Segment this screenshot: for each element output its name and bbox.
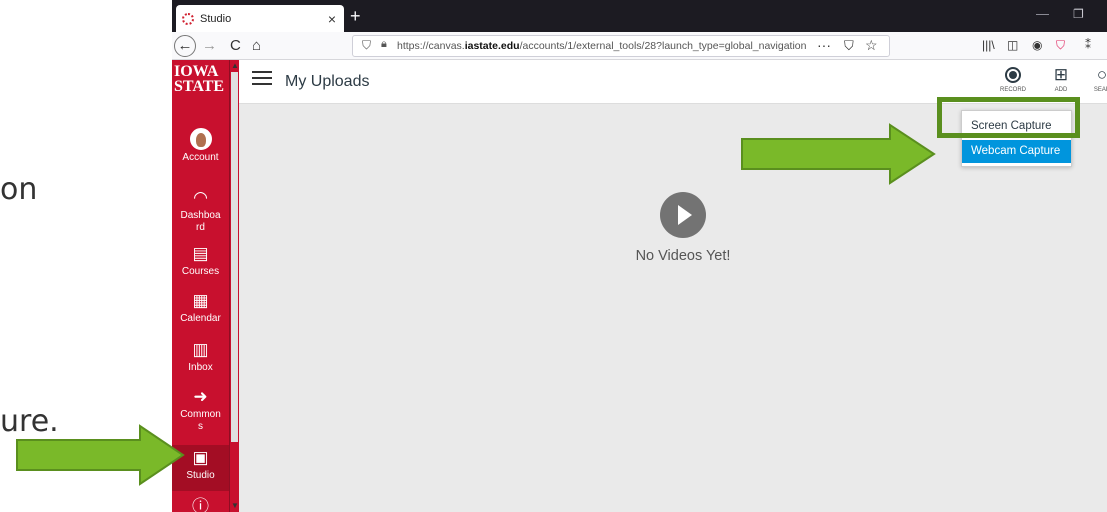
calendar-icon: ▦ <box>192 291 209 310</box>
courses-icon: ▤ <box>192 244 209 263</box>
account-icon[interactable]: ◉ <box>1032 38 1042 52</box>
tab-title: Studio <box>200 12 232 25</box>
add-button[interactable]: ⊞ ADD <box>1043 64 1079 94</box>
annotation-arrow-right <box>16 424 185 486</box>
search-icon: ○ <box>1096 65 1107 84</box>
maximize-button[interactable]: ❐ <box>1073 7 1084 21</box>
minimize-button[interactable]: — <box>1036 6 1049 21</box>
browser-titlebar: Studio × + — ❐ <box>172 0 1107 32</box>
browser-window: Studio × + — ❐ ← → C ⌂ ⛉ 🔒︎ https://canv… <box>172 0 1107 512</box>
play-icon <box>660 192 706 238</box>
add-media-icon: ⊞ <box>1053 65 1069 84</box>
highlight-box <box>937 97 1080 138</box>
browser-tab[interactable]: Studio × <box>176 5 344 32</box>
dashboard-icon: ◠ <box>193 188 208 207</box>
inbox-icon: ▥ <box>192 340 209 359</box>
shield-icon[interactable]: ⛉ <box>362 38 371 53</box>
webcam-capture-option[interactable]: Webcam Capture <box>962 140 1071 163</box>
scrollbar-thumb[interactable] <box>231 72 238 442</box>
nav-item-calendar[interactable]: ▦ Calendar <box>172 291 229 325</box>
scroll-up-icon[interactable]: ▲ <box>231 61 239 70</box>
url-text[interactable]: https://canvas.iastate.edu/accounts/1/ex… <box>397 40 806 52</box>
reload-button[interactable]: C <box>230 37 241 55</box>
page-title: My Uploads <box>285 73 370 90</box>
help-icon: ⓘ <box>192 497 209 512</box>
avatar <box>189 128 212 150</box>
new-tab-button[interactable]: + <box>350 6 361 27</box>
record-label: RECORD <box>999 87 1026 93</box>
pocket-icon[interactable]: ⛉ <box>1056 38 1065 53</box>
nav-item-label: Calendar <box>180 313 221 324</box>
page-actions-icon[interactable]: ··· <box>817 37 831 53</box>
home-button[interactable]: ⌂ <box>252 37 261 55</box>
search-label: SEAR <box>1093 87 1107 93</box>
nav-item-dashboard[interactable]: ◠ Dashboa rd <box>172 188 229 234</box>
pocket-icon[interactable]: ⛉ <box>844 38 854 54</box>
search-button[interactable]: ○ SEAR <box>1087 64 1107 94</box>
nav-item-label: Inbox <box>188 362 213 373</box>
nav-item-label: Dashboa rd <box>180 210 221 233</box>
scroll-down-icon[interactable]: ▼ <box>231 501 239 510</box>
nav-item-courses[interactable]: ▤ Courses <box>172 244 229 278</box>
sidebar-icon[interactable]: ◫ <box>1007 38 1018 52</box>
nav-item-label: Courses <box>181 266 220 277</box>
forward-button[interactable]: → <box>202 37 217 55</box>
close-tab-icon[interactable]: × <box>328 11 336 27</box>
back-button[interactable]: ← <box>174 35 196 57</box>
slide-text-fragment: on <box>0 172 38 207</box>
commons-icon: ➜ <box>193 387 208 406</box>
address-bar[interactable]: ⛉ 🔒︎ https://canvas.iastate.edu/accounts… <box>352 35 890 57</box>
bookmark-star-icon[interactable]: ☆ <box>865 37 878 54</box>
nav-item-label: Account <box>182 152 219 163</box>
empty-state-message: No Videos Yet! <box>635 248 731 264</box>
lock-icon[interactable]: 🔒︎ <box>381 38 387 51</box>
nav-item-account[interactable]: Account <box>172 128 229 164</box>
browser-navbar: ← → C ⌂ ⛉ 🔒︎ https://canvas.iastate.edu/… <box>172 32 1107 60</box>
nav-item-inbox[interactable]: ▥ Inbox <box>172 340 229 374</box>
add-label: ADD <box>1054 87 1068 93</box>
annotation-arrow-right <box>741 123 936 185</box>
library-icon[interactable]: |||\ <box>982 38 995 52</box>
nav-scrollbar[interactable]: ▲ ▼ <box>229 60 239 512</box>
record-icon <box>1005 67 1021 83</box>
logo-line: STATE <box>174 78 225 95</box>
logo-line: IOWA <box>174 63 219 80</box>
iowa-state-logo[interactable]: IOWA STATE <box>174 63 228 95</box>
record-button[interactable]: RECORD <box>995 64 1031 94</box>
hamburger-menu-icon[interactable] <box>252 71 272 85</box>
studio-tab-icon <box>182 12 194 25</box>
extension-icon[interactable]: ⁑ <box>1085 38 1091 52</box>
nav-item-help[interactable]: ⓘ <box>172 497 229 512</box>
